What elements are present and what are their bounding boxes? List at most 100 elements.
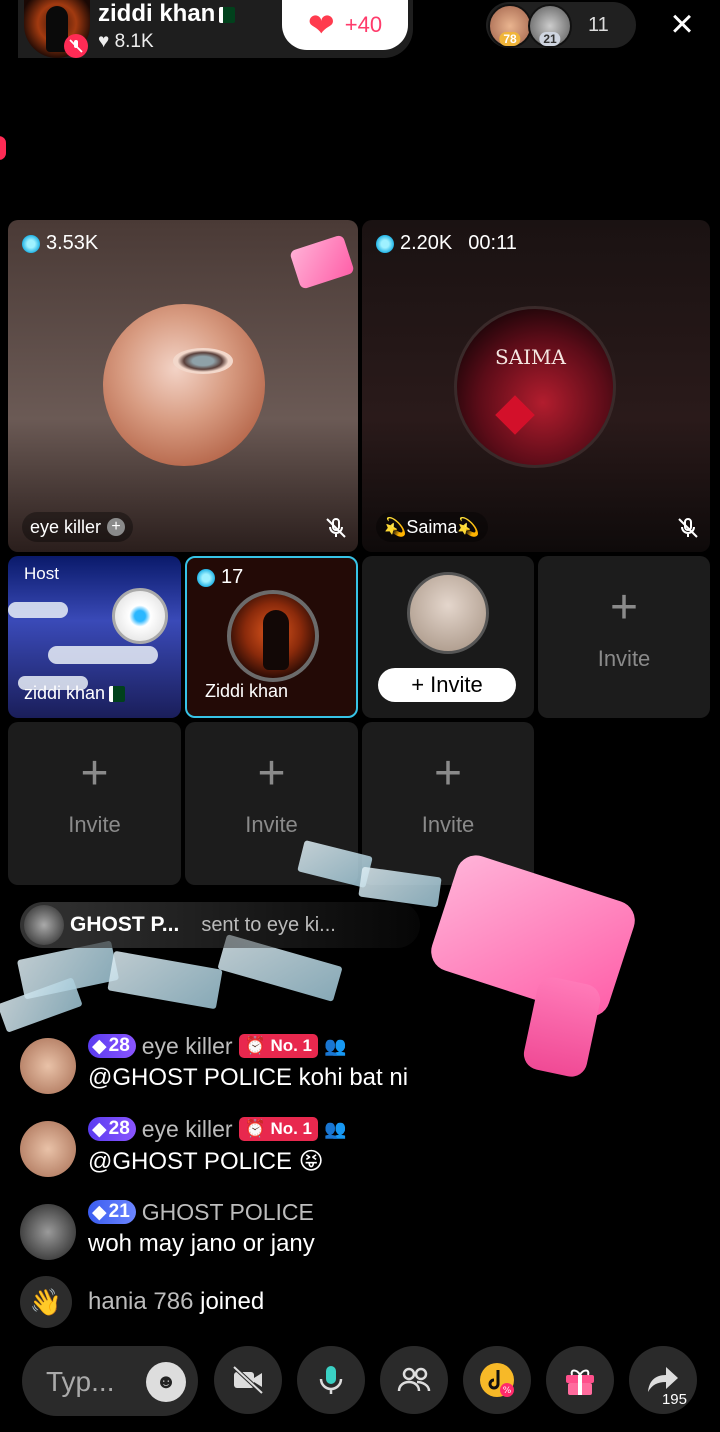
level-badge: ◆ 21 <box>88 1200 136 1224</box>
viewer-rank-badge: 21 <box>539 32 561 46</box>
host-name: ziddi khan <box>98 0 236 28</box>
chat-avatar[interactable] <box>20 1204 76 1260</box>
host-tag: Host <box>24 564 59 583</box>
gift-notification-banner: GHOST P... sent to eye ki... <box>20 902 420 948</box>
joined-username[interactable]: hania 786 <box>88 1288 193 1315</box>
plus-icon: + <box>609 581 639 634</box>
viewer-rank-badge: 78 <box>499 32 521 46</box>
close-button[interactable]: × <box>660 4 704 48</box>
follow-plus-icon[interactable]: + <box>107 518 126 536</box>
guests-manage-button[interactable] <box>380 1346 448 1414</box>
host-likes: ♥ 8.1K <box>98 31 154 52</box>
viewer-count[interactable]: 11 <box>588 14 609 37</box>
invite-label: Invite <box>421 812 475 837</box>
heart-icon: ❤ <box>307 7 335 43</box>
diamond-icon: ◆ <box>92 1035 107 1057</box>
guest-tile-eye-killer[interactable]: 3.53K eye killer + <box>8 220 358 552</box>
plus-icon: + <box>433 747 463 800</box>
sender-avatar <box>24 905 64 945</box>
viewer-avatar[interactable]: 78 <box>488 4 532 48</box>
guest-avatar <box>227 590 319 682</box>
gift-sender: GHOST P... <box>70 913 180 936</box>
guest-avatar: SAIMA <box>454 306 616 468</box>
chat-username[interactable]: GHOST POLICE <box>142 1199 314 1226</box>
invite-slot[interactable]: + Invite <box>362 722 534 885</box>
emoji-icon[interactable]: ☻ <box>146 1362 186 1402</box>
coin-count: 2.20K 00:11 <box>376 232 517 255</box>
chat-text: woh may jano or jany <box>88 1230 315 1257</box>
like-increment: +40 <box>344 12 383 37</box>
chat-message[interactable]: ◆ 28 eye killer ⏰ No. 1 👥 @GHOST POLICE k… <box>20 1032 700 1096</box>
plus-icon: + <box>257 747 286 800</box>
promo-button[interactable]: % <box>463 1346 531 1414</box>
people-icon <box>397 1367 431 1392</box>
microphone-button[interactable] <box>297 1346 365 1414</box>
heart-icon: ♥ <box>98 31 110 52</box>
mic-muted-icon <box>678 518 698 538</box>
wave-hand-icon: 👋 <box>20 1276 72 1328</box>
share-button[interactable]: 195 <box>629 1346 697 1414</box>
team-icon: 👥 <box>324 1118 347 1139</box>
microphone-icon <box>319 1366 343 1394</box>
guest-avatar <box>103 304 265 466</box>
guest-name: Ziddi khan <box>205 681 289 701</box>
rank-badge: ⏰ No. 1 <box>238 1117 318 1141</box>
chat-username[interactable]: eye killer <box>142 1033 233 1060</box>
level-badge: ◆ 28 <box>88 1117 136 1141</box>
suggested-user-avatar <box>407 572 489 654</box>
viewer-avatar[interactable]: 21 <box>528 4 572 48</box>
guest-name-pill[interactable]: eye killer + <box>22 512 134 542</box>
mic-muted-icon <box>326 518 346 538</box>
chat-message[interactable]: ◆ 21 GHOST POLICE woh may jano or jany <box>20 1198 700 1262</box>
pakistan-flag-icon <box>109 686 126 703</box>
guest-tile-ziddi-khan[interactable]: 17 Ziddi khan <box>185 556 358 718</box>
invite-button[interactable]: + Invite <box>378 668 516 702</box>
host-avatar <box>112 588 168 644</box>
level-badge: ◆ 28 <box>88 1034 136 1058</box>
coin-icon <box>376 234 394 253</box>
diamond-icon: ◆ <box>92 1118 107 1140</box>
side-indicator <box>0 136 6 160</box>
invite-slot[interactable]: + Invite <box>8 722 181 885</box>
invite-label: Invite <box>597 646 651 671</box>
chat-text: @GHOST POLICE kohi bat ni <box>88 1064 409 1091</box>
money-gun-gift-graphic <box>426 850 640 1022</box>
plus-icon: + <box>80 747 109 800</box>
coin-icon <box>197 568 215 587</box>
camera-off-button[interactable] <box>214 1346 282 1414</box>
follow-like-button[interactable]: ❤ +40 <box>282 0 408 50</box>
comment-placeholder: Typ... <box>46 1366 115 1397</box>
gift-text: sent to eye ki... <box>201 913 336 936</box>
chat-avatar[interactable] <box>20 1121 76 1177</box>
team-icon: 👥 <box>324 1035 347 1056</box>
camera-off-icon <box>232 1365 264 1395</box>
chat-message[interactable]: ◆ 28 eye killer ⏰ No. 1 👥 @GHOST POLICE 😝 <box>20 1115 700 1179</box>
host-tile[interactable]: Host ziddi khan <box>8 556 181 718</box>
tiktok-coin-icon: % <box>480 1363 514 1397</box>
invite-slot[interactable]: + Invite <box>538 556 710 718</box>
invite-label: Invite <box>245 812 298 837</box>
comment-input[interactable]: Typ... ☻ <box>22 1346 198 1416</box>
gift-icon <box>566 1369 594 1395</box>
guest-name-pill[interactable]: 💫Saima💫 <box>376 512 488 542</box>
mic-off-icon <box>64 34 88 58</box>
invite-suggestion-tile[interactable]: + Invite <box>362 556 534 718</box>
coin-count: 3.53K <box>22 232 98 255</box>
viewer-list[interactable]: 78 21 11 <box>486 2 636 48</box>
gift-button[interactable] <box>546 1346 614 1414</box>
chat-avatar[interactable] <box>20 1038 76 1094</box>
host-tile-name: ziddi khan <box>24 683 126 704</box>
joined-text: joined <box>200 1288 265 1315</box>
coin-icon <box>22 234 40 253</box>
rank-badge: ⏰ No. 1 <box>238 1034 318 1058</box>
chat-text: @GHOST POLICE 😝 <box>88 1148 324 1175</box>
invite-label: Invite <box>68 812 121 837</box>
pakistan-flag-icon <box>219 6 236 23</box>
coin-count: 17 <box>197 566 243 589</box>
alarm-icon: ⏰ <box>244 1036 266 1055</box>
svg-text:%: % <box>503 1386 512 1396</box>
chat-username[interactable]: eye killer <box>142 1116 233 1143</box>
guest-tile-saima[interactable]: 2.20K 00:11 SAIMA 💫Saima💫 <box>362 220 710 552</box>
session-timer: 00:11 <box>468 232 517 254</box>
share-count: 195 <box>661 1391 687 1408</box>
